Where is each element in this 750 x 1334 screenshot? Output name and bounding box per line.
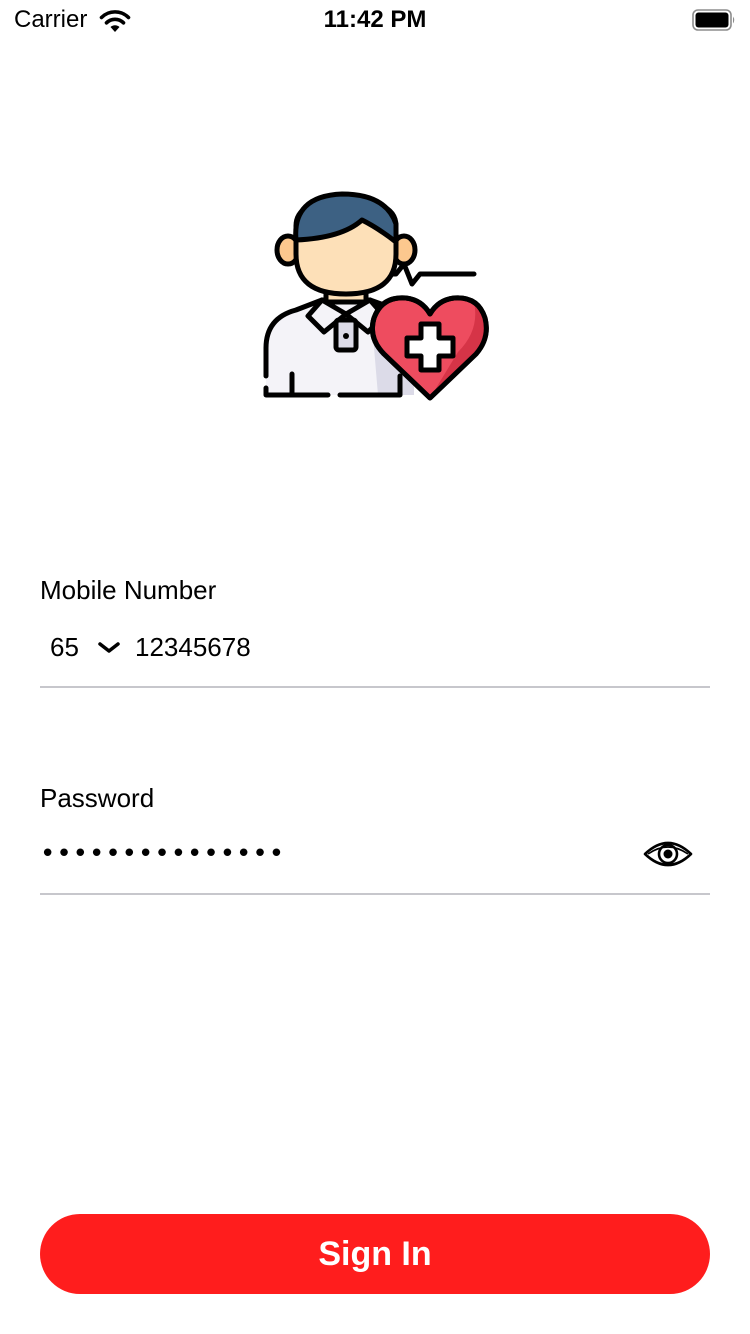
password-input[interactable] xyxy=(40,834,620,874)
password-divider xyxy=(40,893,710,895)
country-code-select[interactable]: 65 xyxy=(50,632,79,662)
status-time: 11:42 PM xyxy=(323,6,427,33)
mobile-number-divider xyxy=(40,686,710,688)
mobile-number-field: 65 xyxy=(40,628,710,668)
battery-icon xyxy=(692,9,735,31)
doctor-heart-icon xyxy=(263,191,489,401)
eye-icon[interactable] xyxy=(643,838,693,870)
password-label: Password xyxy=(40,783,155,813)
status-bar: Carrier 11:42 PM xyxy=(0,0,750,40)
chevron-down-icon[interactable] xyxy=(98,640,120,656)
sign-in-button[interactable]: Sign In xyxy=(40,1214,710,1294)
password-field xyxy=(40,834,710,878)
mobile-number-label: Mobile Number xyxy=(40,575,217,605)
mobile-number-input[interactable] xyxy=(135,628,705,666)
